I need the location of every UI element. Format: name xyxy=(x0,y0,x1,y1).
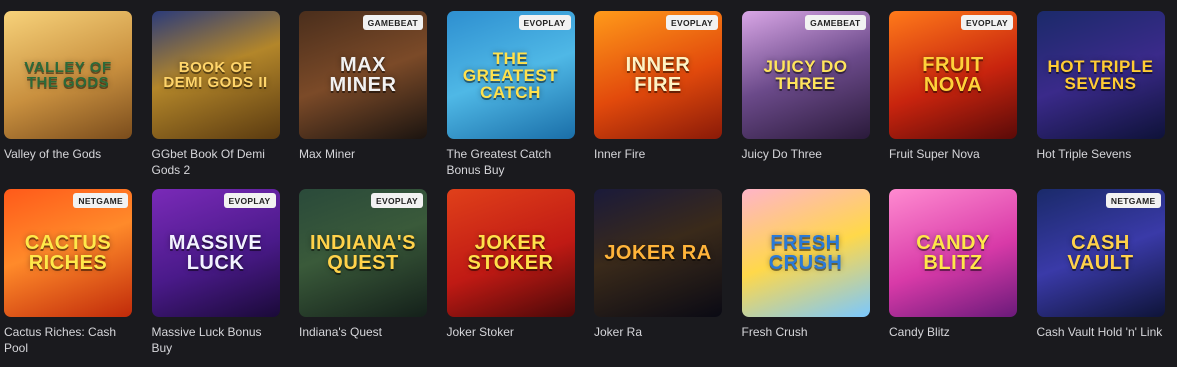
game-title[interactable]: Joker Ra xyxy=(594,324,722,340)
game-thumbnail[interactable]: THE GREATEST CATCH EVOPLAY xyxy=(446,11,575,139)
game-card[interactable]: FRUIT NOVA EVOPLAY Fruit Super Nova xyxy=(889,11,1017,189)
provider-badge: GAMEBEAT xyxy=(362,15,423,30)
provider-badge: EVOPLAY xyxy=(666,15,718,30)
game-art-title: JUICY DO THREE xyxy=(763,57,848,93)
game-card[interactable]: CANDY BLITZ Candy Blitz xyxy=(889,189,1017,367)
game-thumbnail[interactable]: VALLEY OF THE GODS xyxy=(4,11,132,139)
game-art-title: CANDY BLITZ xyxy=(916,232,990,274)
game-thumbnail[interactable]: MAX MINER GAMEBEAT xyxy=(299,11,427,139)
game-card[interactable]: CACTUS RICHES NETGAME Cactus Riches: Cash … xyxy=(4,189,132,367)
game-thumbnail[interactable]: HOT TRIPLE SEVENS xyxy=(1036,11,1165,139)
game-card[interactable]: MASSIVE LUCK EVOPLAY Massive Luck Bonus Bu… xyxy=(151,189,280,367)
game-art-title: HOT TRIPLE SEVENS xyxy=(1047,57,1154,93)
game-thumbnail[interactable]: MASSIVE LUCK EVOPLAY xyxy=(151,189,280,317)
game-title[interactable]: Fresh Crush xyxy=(742,324,870,340)
provider-badge: EVOPLAY xyxy=(223,193,276,208)
games-grid: VALLEY OF THE GODS Valley of the Gods BOOK… xyxy=(4,11,1165,367)
game-art-title: INNER FIRE xyxy=(625,54,691,96)
provider-badge: EVOPLAY xyxy=(371,193,423,208)
game-thumbnail[interactable]: JOKER STOKER xyxy=(446,189,575,317)
game-card[interactable]: JUICY DO THREE GAMEBEAT Juicy Do Three xyxy=(741,11,870,189)
game-art-title: MASSIVE LUCK xyxy=(168,232,263,274)
provider-badge: NETGAME xyxy=(1105,193,1161,208)
game-thumbnail[interactable]: BOOK OF DEMI GODS II xyxy=(151,11,280,139)
game-title[interactable]: The Greatest Catch Bonus Buy xyxy=(447,146,575,178)
provider-badge: EVOPLAY xyxy=(518,15,571,30)
game-art-title: FRUIT NOVA xyxy=(922,54,984,96)
game-title[interactable]: Candy Blitz xyxy=(889,324,1017,340)
game-card[interactable]: FRESH CRUSH Fresh Crush xyxy=(741,189,870,367)
game-card[interactable]: INNER FIRE EVOPLAY Inner Fire xyxy=(594,11,722,189)
game-thumbnail[interactable]: INNER FIRE EVOPLAY xyxy=(594,11,722,139)
game-title[interactable]: Cactus Riches: Cash Pool xyxy=(4,324,132,356)
game-art-title: MAX MINER xyxy=(329,54,397,96)
game-card[interactable]: CASH VAULT NETGAME Cash Vault Hold 'n' Lin… xyxy=(1036,189,1165,367)
provider-badge: GAMEBEAT xyxy=(805,15,866,30)
game-thumbnail[interactable]: FRUIT NOVA EVOPLAY xyxy=(889,11,1017,139)
game-title[interactable]: Max Miner xyxy=(299,146,427,162)
game-title[interactable]: Joker Stoker xyxy=(447,324,575,340)
game-thumbnail[interactable]: CACTUS RICHES NETGAME xyxy=(4,189,132,317)
game-art-title: FRESH CRUSH xyxy=(768,232,843,274)
game-art-title: CACTUS RICHES xyxy=(24,232,112,274)
game-title[interactable]: GGbet Book Of Demi Gods 2 xyxy=(152,146,280,178)
game-title[interactable]: Cash Vault Hold 'n' Link xyxy=(1037,324,1165,340)
game-thumbnail[interactable]: INDIANA'S QUEST EVOPLAY xyxy=(299,189,427,317)
game-thumbnail[interactable]: CASH VAULT NETGAME xyxy=(1036,189,1165,317)
game-thumbnail[interactable]: CANDY BLITZ xyxy=(889,189,1017,317)
game-title[interactable]: Inner Fire xyxy=(594,146,722,162)
game-thumbnail[interactable]: JUICY DO THREE GAMEBEAT xyxy=(741,11,870,139)
game-art-title: JOKER RA xyxy=(604,242,712,264)
game-card[interactable]: BOOK OF DEMI GODS II GGbet Book Of Demi G… xyxy=(151,11,280,189)
game-art-title: INDIANA'S QUEST xyxy=(310,232,416,274)
game-title[interactable]: Juicy Do Three xyxy=(742,146,870,162)
game-card[interactable]: MAX MINER GAMEBEAT Max Miner xyxy=(299,11,427,189)
game-art-title: JOKER STOKER xyxy=(467,232,554,274)
game-art-title: VALLEY OF THE GODS xyxy=(24,59,112,91)
game-card[interactable]: JOKER STOKER Joker Stoker xyxy=(446,189,575,367)
game-art-title: CASH VAULT xyxy=(1067,232,1134,274)
game-art-title: BOOK OF DEMI GODS II xyxy=(163,59,268,91)
game-title[interactable]: Indiana's Quest xyxy=(299,324,427,340)
game-title[interactable]: Massive Luck Bonus Buy xyxy=(152,324,280,356)
game-title[interactable]: Fruit Super Nova xyxy=(889,146,1017,162)
game-art-title: THE GREATEST CATCH xyxy=(462,48,559,102)
game-title[interactable]: Valley of the Gods xyxy=(4,146,132,162)
game-card[interactable]: HOT TRIPLE SEVENS Hot Triple Sevens xyxy=(1036,11,1165,189)
game-card[interactable]: JOKER RA Joker Ra xyxy=(594,189,722,367)
game-card[interactable]: INDIANA'S QUEST EVOPLAY Indiana's Quest xyxy=(299,189,427,367)
game-card[interactable]: THE GREATEST CATCH EVOPLAY The Greatest Ca… xyxy=(446,11,575,189)
game-thumbnail[interactable]: FRESH CRUSH xyxy=(741,189,870,317)
provider-badge: EVOPLAY xyxy=(961,15,1013,30)
game-thumbnail[interactable]: JOKER RA xyxy=(594,189,722,317)
provider-badge: NETGAME xyxy=(73,193,128,208)
game-title[interactable]: Hot Triple Sevens xyxy=(1037,146,1165,162)
game-card[interactable]: VALLEY OF THE GODS Valley of the Gods xyxy=(4,11,132,189)
